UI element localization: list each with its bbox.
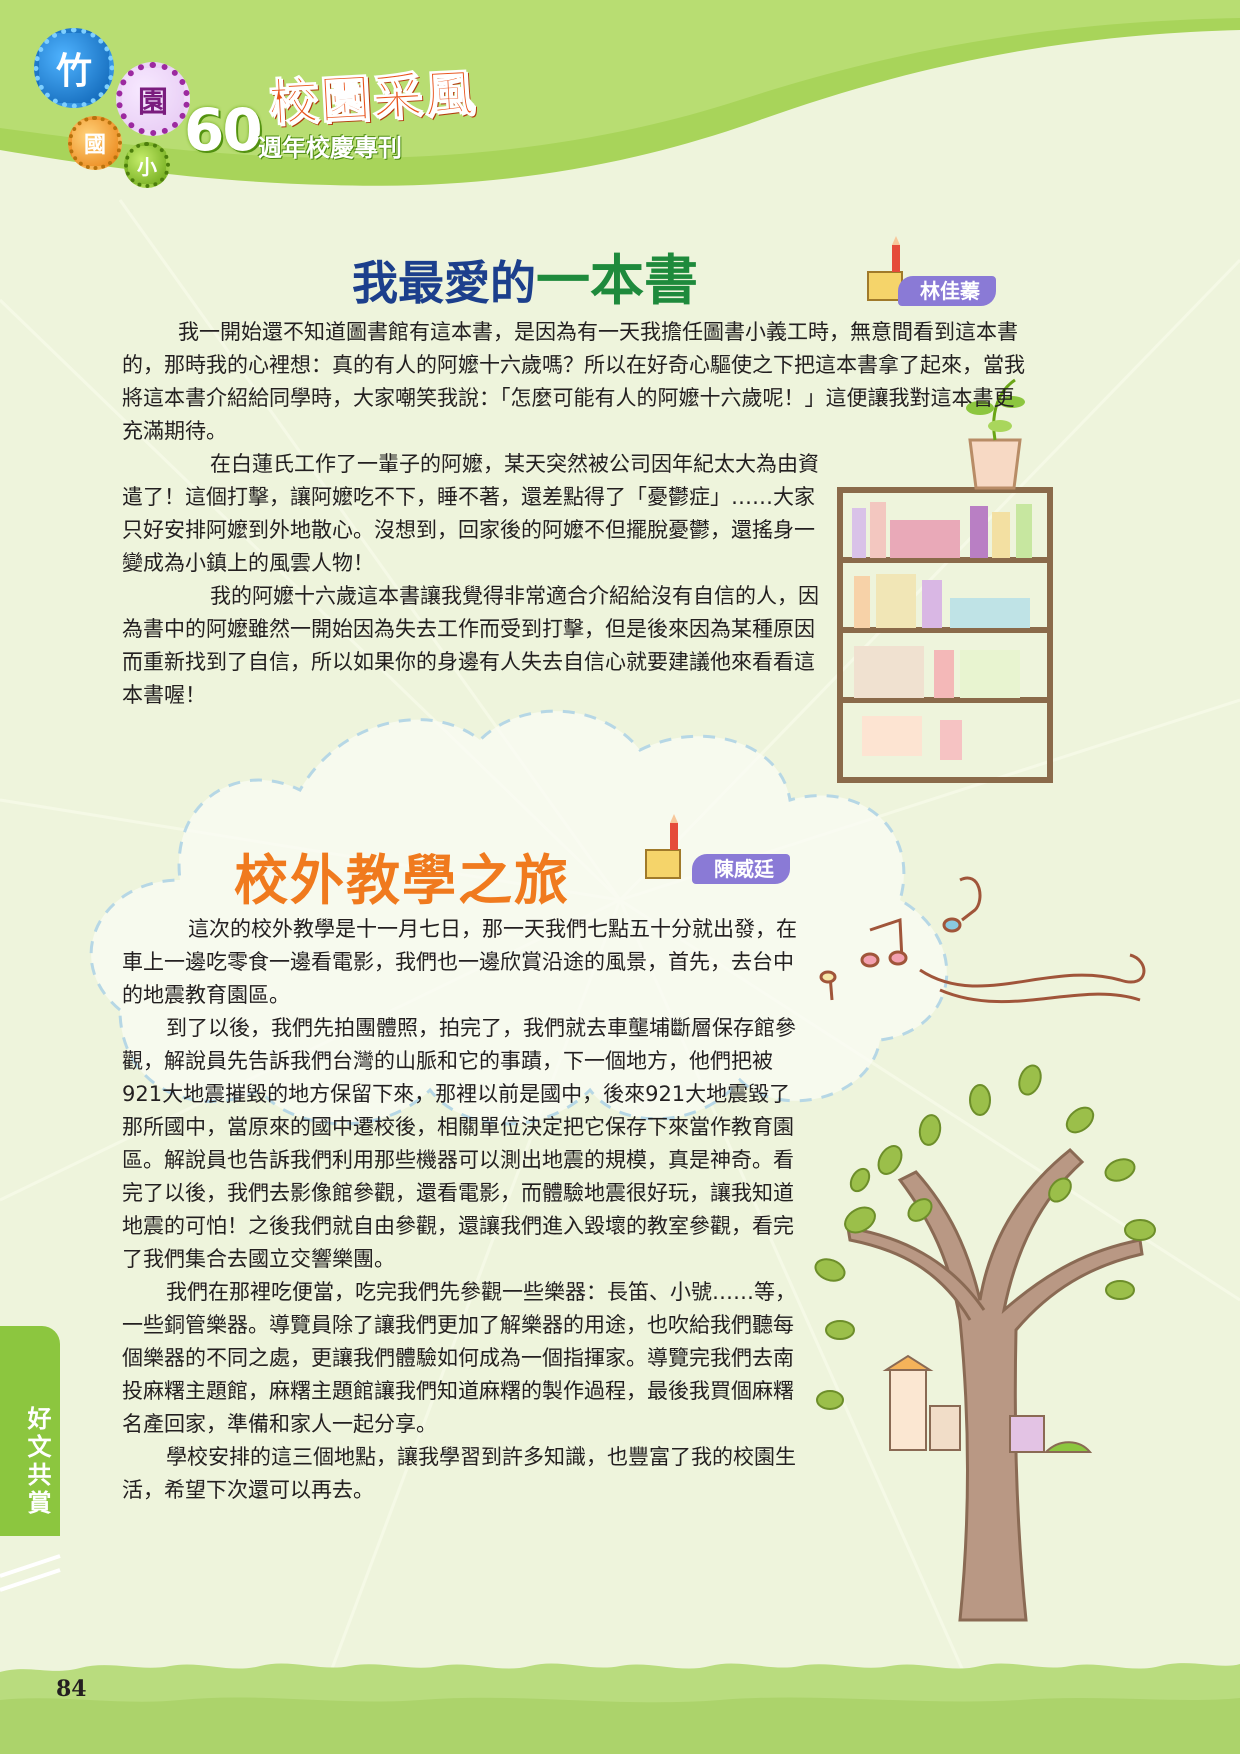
article-2-paragraph: 到了以後，我們先拍團體照，拍完了，我們就去車壟埔斷層保存館參觀，解說員先告訴我們… [122, 1012, 798, 1276]
school-badge-zhu: 竹 [34, 28, 114, 108]
article-2-paragraph: 這次的校外教學是十一月七日，那一天我們七點五十分就出發，在車上一邊吃零食一邊看電… [122, 913, 798, 1012]
article-2-body: 這次的校外教學是十一月七日，那一天我們七點五十分就出發，在車上一邊吃零食一邊看電… [122, 913, 798, 1507]
article-2-paragraph-text: 我們在那裡吃便當，吃完我們先參觀一些樂器：長笛、小號……等，一些銅管樂器。導覽員… [122, 1280, 796, 1436]
article-2-title: 校外教學之旅 [234, 849, 570, 912]
school-badge-guo: 國 [68, 116, 122, 170]
page-number: 84 [56, 1676, 87, 1702]
article-2-paragraph-text: 到了以後，我們先拍團體照，拍完了，我們就去車壟埔斷層保存館參觀，解說員先告訴我們… [122, 1016, 796, 1271]
article-2-paragraph-text: 這次的校外教學是十一月七日，那一天我們七點五十分就出發，在車上一邊吃零食一邊看電… [122, 917, 797, 1007]
article-1-body: 我一開始還不知道圖書館有這本書，是因為有一天我擔任圖書小義工時，無意間看到這本書… [122, 316, 1026, 712]
school-badge-yuan: 園 [116, 62, 190, 136]
article-1-title-part1: 我最愛的 [352, 256, 536, 310]
section-side-tab-label: 好文共賞 [23, 1406, 51, 1518]
article-1-title: 我最愛的一本書 [352, 236, 698, 315]
magazine-title: 校園采風 [266, 63, 478, 133]
article-2-author-tag: 陳威廷 [692, 854, 790, 884]
article-1-paragraph-text: 在白蓮氏工作了一輩子的阿嬤，某天突然被公司因年紀太大為由資遣了！這個打擊，讓阿嬤… [122, 452, 819, 575]
anniversary-number: 60 [184, 96, 263, 164]
pencil-house-icon [867, 236, 903, 301]
anniversary-text: 週年校慶專刊 [258, 134, 402, 162]
article-2-paragraph: 學校安排的這三個地點，讓我學習到許多知識，也豐富了我的校園生活，希望下次還可以再… [122, 1441, 798, 1507]
article-1-paragraph: 我一開始還不知道圖書館有這本書，是因為有一天我擔任圖書小義工時，無意間看到這本書… [122, 316, 1026, 448]
school-badge-xiao: 小 [124, 142, 170, 188]
article-1-paragraph: 我的阿嬤十六歲這本書讓我覺得非常適合介紹給沒有自信的人，因為書中的阿嬤雖然一開始… [122, 580, 822, 712]
article-1-paragraph-text: 我的阿嬤十六歲這本書讓我覺得非常適合介紹給沒有自信的人，因為書中的阿嬤雖然一開始… [122, 584, 819, 707]
article-2-paragraph: 我們在那裡吃便當，吃完我們先參觀一些樂器：長笛、小號……等，一些銅管樂器。導覽員… [122, 1276, 798, 1441]
magazine-page: 竹 園 國 小 校園采風 60 週年校慶專刊 我最愛的一本書 林佳蓁 我一開始還… [0, 0, 1240, 1754]
article-2-paragraph-text: 學校安排的這三個地點，讓我學習到許多知識，也豐富了我的校園生活，希望下次還可以再… [122, 1445, 796, 1502]
side-tab-stripes [0, 1554, 61, 1592]
article-1-author-tag: 林佳蓁 [898, 276, 996, 306]
article-1-paragraph: 在白蓮氏工作了一輩子的阿嬤，某天突然被公司因年紀太大為由資遣了！這個打擊，讓阿嬤… [122, 448, 822, 580]
tree-illustration [814, 1064, 1156, 1622]
article-1-title-part2: 一本書 [536, 249, 698, 312]
article-1-paragraph-text: 我一開始還不知道圖書館有這本書，是因為有一天我擔任圖書小義工時，無意間看到這本書… [122, 320, 1025, 443]
